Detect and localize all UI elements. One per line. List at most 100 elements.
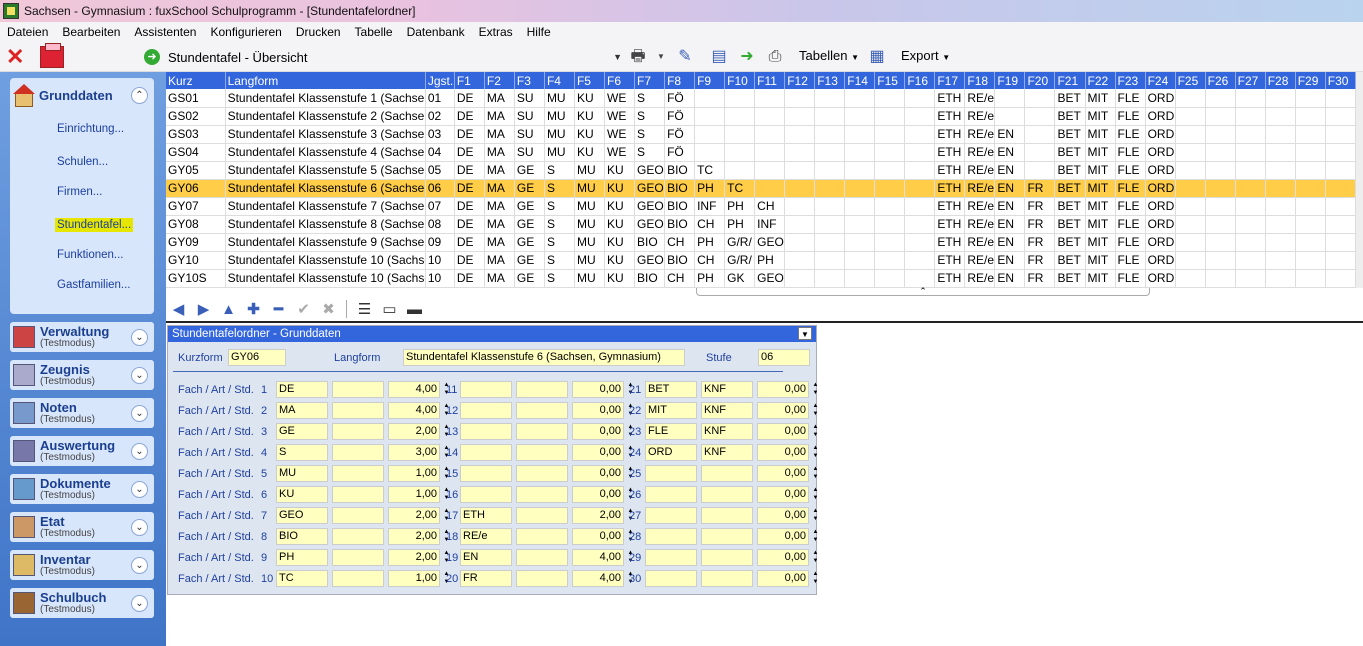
table-cell[interactable] (814, 269, 846, 288)
sidebar-item-firmen[interactable]: Firmen... (55, 185, 104, 199)
table-cell[interactable]: MU (544, 107, 575, 126)
table-cell[interactable]: RE/e (964, 251, 996, 270)
art-field[interactable] (516, 402, 568, 419)
sidebar-section-zeugnis[interactable]: Zeugnis (Testmodus) ⌄ (10, 360, 154, 390)
table-cell[interactable] (1325, 197, 1356, 216)
table-cell[interactable]: ETH (934, 161, 966, 180)
table-cell[interactable]: ETH (934, 179, 966, 198)
sidebar-section-inventar[interactable]: Inventar (Testmodus) ⌄ (10, 550, 154, 580)
std-field[interactable]: 0,00 (757, 402, 809, 419)
spinner-icon[interactable]: ▲ ▼ (811, 549, 820, 566)
table-cell[interactable] (1205, 233, 1236, 252)
std-field[interactable]: 2,00 (388, 528, 440, 545)
spinner-icon[interactable]: ▲ ▼ (811, 570, 820, 587)
table-cell[interactable]: EN (994, 143, 1026, 162)
table-cell[interactable]: ETH (934, 125, 966, 144)
table-cell[interactable] (904, 197, 936, 216)
table-cell[interactable]: RE/e (964, 215, 996, 234)
table-cell[interactable]: KU (604, 251, 636, 270)
menu-item[interactable]: Drucken (289, 25, 348, 39)
table-cell[interactable]: G/R/ (724, 233, 756, 252)
close-icon[interactable]: ✕ (6, 46, 28, 68)
std-field[interactable]: 4,00 (388, 402, 440, 419)
table-cell[interactable] (814, 89, 846, 108)
table-cell[interactable]: DE (454, 233, 485, 252)
table-cell[interactable] (754, 161, 786, 180)
std-field[interactable]: 4,00 (572, 570, 624, 587)
art-field[interactable]: KNF (701, 381, 753, 398)
table-cell[interactable]: MIT (1085, 233, 1116, 252)
table-cell[interactable]: RE/e (964, 179, 996, 198)
column-header-f12[interactable]: F12 (784, 72, 816, 89)
table-cell[interactable]: ETH (934, 215, 966, 234)
table-cell[interactable]: KU (604, 215, 636, 234)
table-cell[interactable] (784, 197, 816, 216)
menu-item[interactable]: Datenbank (400, 25, 472, 39)
table-cell[interactable]: PH (724, 215, 756, 234)
column-header-f13[interactable]: F13 (814, 72, 846, 89)
fach-field[interactable] (460, 486, 512, 503)
table-cell[interactable]: BET (1054, 215, 1086, 234)
table-cell[interactable] (1265, 143, 1296, 162)
table-cell[interactable] (1265, 125, 1296, 144)
table-cell[interactable]: 07 (425, 197, 455, 216)
menu-item[interactable]: Tabelle (348, 25, 400, 39)
table-cell[interactable]: ETH (934, 197, 966, 216)
table-cell[interactable] (754, 143, 786, 162)
table-cell[interactable]: GY10S (166, 269, 226, 288)
table-cell[interactable]: EN (994, 125, 1026, 144)
table-cell[interactable] (814, 161, 846, 180)
art-field[interactable] (516, 381, 568, 398)
table-cell[interactable] (1205, 161, 1236, 180)
chart-edit-icon[interactable]: ✎ (674, 47, 696, 67)
table-cell[interactable] (1295, 233, 1326, 252)
table-cell[interactable] (1205, 251, 1236, 270)
table-cell[interactable]: KU (604, 179, 636, 198)
table-cell[interactable]: KU (604, 197, 636, 216)
table-cell[interactable] (1175, 233, 1206, 252)
table-cell[interactable] (1325, 233, 1356, 252)
expand-icon[interactable]: ⌄ (131, 518, 148, 536)
table-cell[interactable] (844, 233, 876, 252)
table-row[interactable]: GY10Stundentafel Klassenstufe 10 (Sachse… (166, 251, 1356, 270)
expand-icon[interactable]: ⌄ (131, 328, 148, 346)
table-cell[interactable] (1205, 215, 1236, 234)
table-cell[interactable]: MA (484, 269, 515, 288)
table-cell[interactable]: FR (1024, 269, 1056, 288)
table-cell[interactable]: MA (484, 233, 515, 252)
column-header-f29[interactable]: F29 (1295, 72, 1326, 89)
table-cell[interactable] (1175, 89, 1206, 108)
art-field[interactable] (332, 402, 384, 419)
table-cell[interactable] (1265, 179, 1296, 198)
table-cell[interactable]: INF (694, 197, 726, 216)
table-cell[interactable]: Stundentafel Klassenstufe 10 (Sachsen, G (225, 251, 426, 270)
fach-field[interactable]: ETH (460, 507, 512, 524)
table-cell[interactable]: MU (574, 269, 606, 288)
sidebar-item-gastfamilien[interactable]: Gastfamilien... (55, 278, 133, 292)
table-cell[interactable]: KU (574, 143, 606, 162)
table-cell[interactable]: FR (1024, 179, 1056, 198)
table-cell[interactable]: Stundentafel Klassenstufe 4 (Sachsen, G (225, 143, 426, 162)
table-cell[interactable] (784, 179, 816, 198)
std-field[interactable]: 1,00 (388, 570, 440, 587)
fach-field[interactable] (645, 549, 697, 566)
art-field[interactable]: KNF (701, 444, 753, 461)
std-field[interactable]: 1,00 (388, 465, 440, 482)
table-cell[interactable] (904, 251, 936, 270)
sidebar-item-schulen[interactable]: Schulen... (55, 155, 110, 169)
table-cell[interactable] (844, 269, 876, 288)
table-cell[interactable]: ORD (1145, 125, 1176, 144)
table-cell[interactable]: GS04 (166, 143, 226, 162)
table-cell[interactable] (1235, 89, 1266, 108)
table-cell[interactable]: BET (1054, 197, 1086, 216)
column-header-f10[interactable]: F10 (724, 72, 756, 89)
table-cell[interactable]: BET (1054, 233, 1086, 252)
sidebar-section-etat[interactable]: Etat (Testmodus) ⌄ (10, 512, 154, 542)
table-cell[interactable] (844, 179, 876, 198)
table-cell[interactable]: BET (1054, 89, 1086, 108)
table-row[interactable]: GS03 Stundentafel Klassenstufe 3 (Sachsen… (166, 125, 1356, 144)
fach-field[interactable]: ORD (645, 444, 697, 461)
art-field[interactable] (516, 423, 568, 440)
table-cell[interactable] (814, 197, 846, 216)
layout-top-icon[interactable]: ☰ (352, 300, 377, 318)
